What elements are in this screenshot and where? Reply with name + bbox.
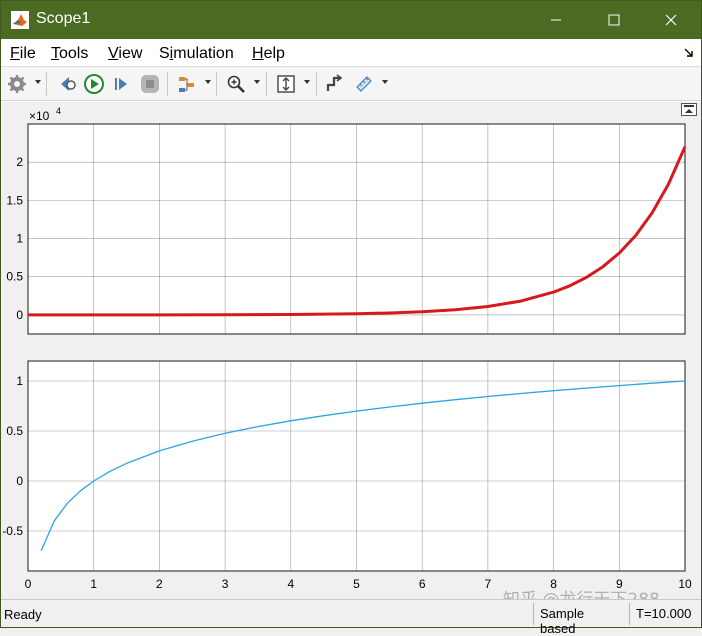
y-tick-label: 0.5 (6, 270, 23, 284)
menu-simulation[interactable]: Simulation (159, 45, 234, 63)
x-tick-label: 5 (353, 577, 360, 591)
x-tick-label: 6 (419, 577, 426, 591)
menu-view-mnemonic: V (108, 45, 119, 62)
menu-bar: File Tools View Simulation Help (1, 39, 701, 67)
autoscale-dropdown-caret[interactable] (304, 80, 310, 84)
toolbar-separator (167, 72, 168, 96)
matlab-logo-icon (11, 11, 29, 29)
gear-icon[interactable] (6, 73, 28, 95)
x-tick-label: 3 (222, 577, 229, 591)
y-tick-label: 1 (16, 232, 23, 246)
scope-plots-svg: 00.511.52×104-0.500.51012345678910知乎 @龙行… (2, 106, 692, 599)
menu-view[interactable]: View (108, 45, 142, 63)
status-sample-mode: Sample based (533, 603, 629, 636)
maximize-button[interactable] (591, 1, 637, 39)
menu-tools-mnemonic: T (51, 45, 59, 62)
menu-help[interactable]: Help (252, 45, 285, 63)
menu-tools-rest: ools (59, 45, 89, 62)
menu-simulation-pre: S (159, 45, 170, 62)
menu-file[interactable]: File (10, 45, 36, 63)
title-bar[interactable]: Scope1 (1, 1, 701, 39)
x-tick-label: 4 (287, 577, 294, 591)
y-tick-label: 0.5 (6, 424, 23, 438)
menu-tools[interactable]: Tools (51, 45, 88, 63)
y-tick-label: 1 (16, 374, 23, 388)
scope-plot-area: 00.511.52×104-0.500.51012345678910知乎 @龙行… (1, 102, 701, 599)
autoscale-icon[interactable] (275, 73, 297, 95)
toolbar (1, 67, 701, 101)
x-tick-label: 7 (485, 577, 492, 591)
menu-help-mnemonic: H (252, 45, 264, 62)
y-tick-label: 1.5 (6, 193, 23, 207)
restore-layout-button[interactable] (681, 103, 697, 116)
status-bar: Ready Sample based T=10.000 (1, 599, 701, 636)
menu-simulation-rest: mulation (173, 45, 234, 62)
y-tick-label: 0 (16, 474, 23, 488)
window-title: Scope1 (36, 10, 91, 27)
x-tick-label: 1 (90, 577, 97, 591)
x-tick-label: 2 (156, 577, 163, 591)
step-forward-icon[interactable] (111, 73, 133, 95)
x-tick-label: 10 (678, 577, 692, 591)
cursor-measure-icon[interactable] (353, 73, 375, 95)
close-button[interactable] (648, 1, 694, 39)
x-tick-label: 8 (550, 577, 557, 591)
settings-dropdown-caret[interactable] (35, 80, 41, 84)
minimize-button[interactable] (533, 1, 579, 39)
signal-dropdown-caret[interactable] (205, 80, 211, 84)
scope-window: Scope1 File Tools View Simulation Help 0… (0, 0, 702, 636)
y-tick-label: 2 (16, 155, 23, 169)
measure-dropdown-caret[interactable] (382, 80, 388, 84)
toolbar-separator (266, 72, 267, 96)
menu-help-rest: elp (263, 45, 285, 62)
toolbar-separator (316, 72, 317, 96)
zoom-in-icon[interactable] (225, 73, 247, 95)
stop-icon[interactable] (139, 73, 161, 95)
status-ready-text: Ready (4, 607, 42, 622)
y-tick-label: 0 (16, 308, 23, 322)
menu-file-rest: ile (19, 45, 36, 62)
toolbar-separator (216, 72, 217, 96)
y-tick-label: -0.5 (2, 524, 23, 538)
x-tick-label: 9 (616, 577, 623, 591)
status-sim-time: T=10.000 (629, 603, 701, 625)
y-exponent-power: 4 (56, 106, 61, 116)
x-tick-label: 0 (25, 577, 32, 591)
menu-view-rest: iew (118, 45, 143, 62)
undock-arrow-icon[interactable] (683, 46, 695, 61)
y-exponent-label: ×10 (29, 109, 50, 123)
watermark-text: 知乎 @龙行天下288 (503, 590, 660, 599)
zoom-dropdown-caret[interactable] (254, 80, 260, 84)
signal-select-icon[interactable] (176, 73, 198, 95)
run-icon[interactable] (83, 73, 105, 95)
step-back-icon[interactable] (56, 73, 78, 95)
toolbar-separator (46, 72, 47, 96)
menu-file-mnemonic: F (10, 45, 20, 62)
triggers-icon[interactable] (324, 73, 346, 95)
